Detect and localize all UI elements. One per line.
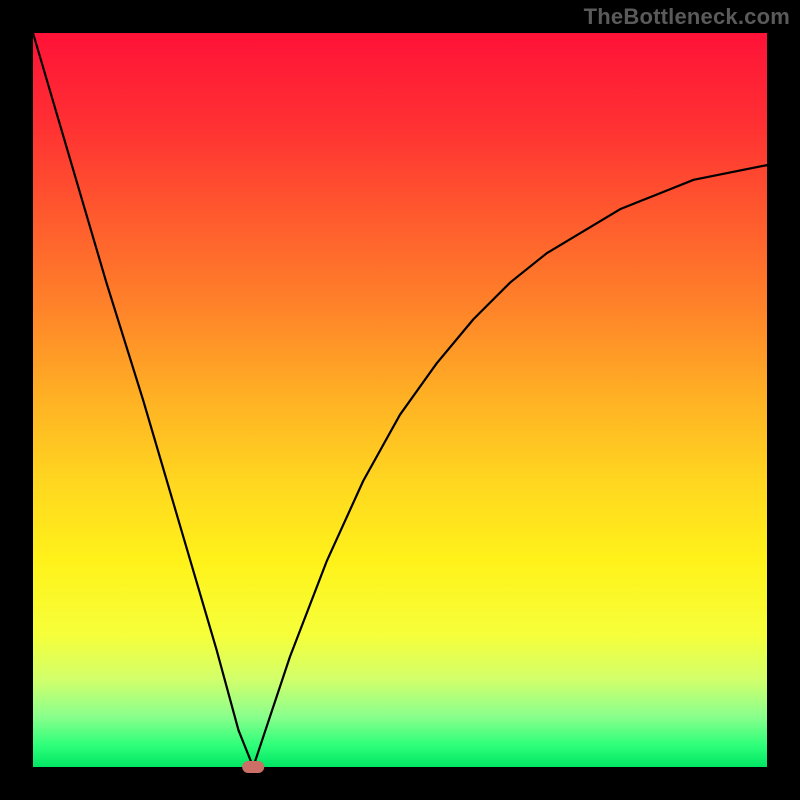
chart-frame: TheBottleneck.com <box>0 0 800 800</box>
watermark-text: TheBottleneck.com <box>584 4 790 30</box>
bottleneck-chart <box>0 0 800 800</box>
optimal-point-marker <box>242 761 264 773</box>
